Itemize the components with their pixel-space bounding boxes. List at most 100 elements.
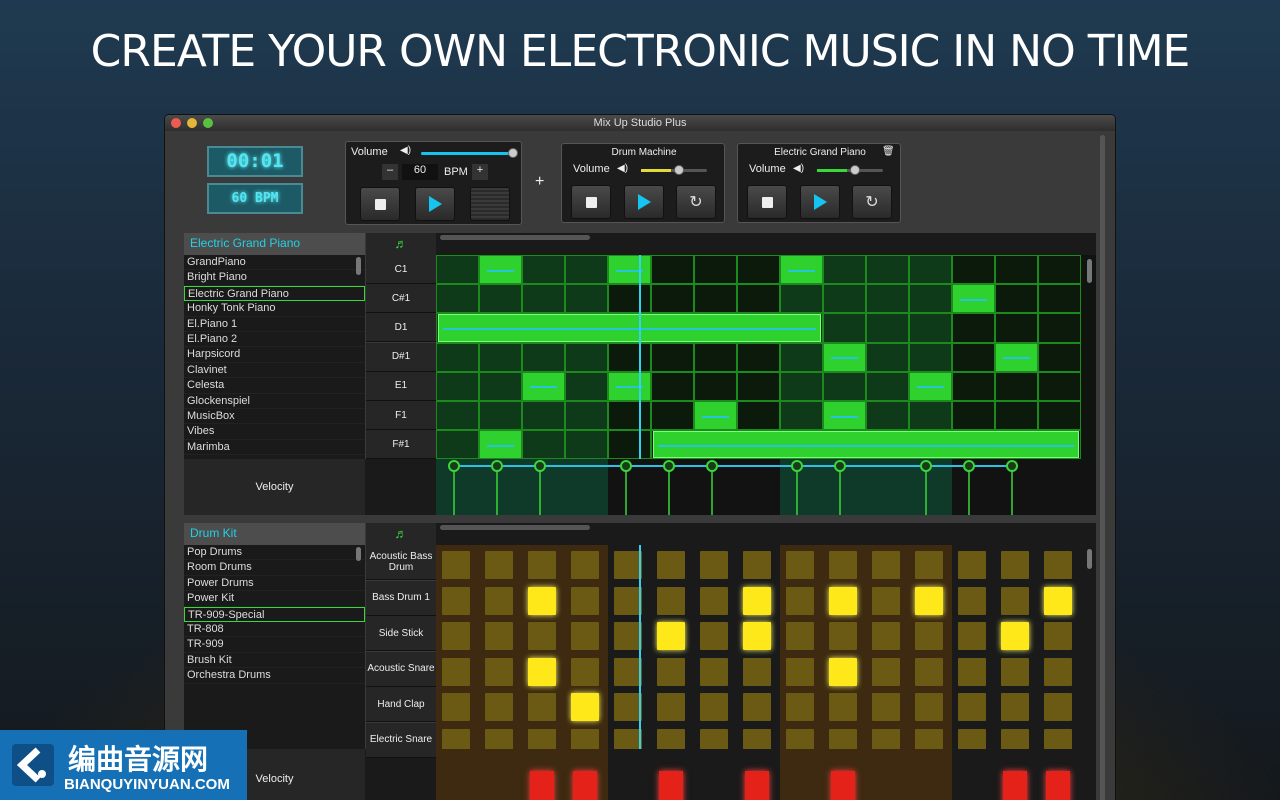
velocity-bar[interactable] <box>1046 771 1070 800</box>
drum-step-pad[interactable] <box>743 693 771 721</box>
drum-stop-button[interactable] <box>571 185 611 219</box>
kit-list-item[interactable]: TR-808 <box>184 622 365 638</box>
drum-step-pad[interactable] <box>614 622 642 650</box>
drum-step-pad[interactable] <box>442 551 470 579</box>
piano-hscroll[interactable] <box>440 235 590 240</box>
drum-step-pad[interactable] <box>872 693 900 721</box>
piano-loop-button[interactable]: ↻ <box>852 185 892 219</box>
drum-step-pad[interactable] <box>958 657 986 686</box>
drum-step-pad[interactable] <box>915 693 943 721</box>
piano-grid-cell[interactable] <box>737 342 780 372</box>
piano-grid-cell[interactable] <box>608 284 651 314</box>
drum-step-pad[interactable] <box>442 657 470 686</box>
drum-step-pad[interactable] <box>1001 657 1029 686</box>
instrument-list-item[interactable]: El.Piano 1 <box>184 317 365 332</box>
piano-play-button[interactable] <box>800 185 840 219</box>
drum-step-pad[interactable] <box>528 622 556 650</box>
piano-grid-cell[interactable] <box>608 342 651 372</box>
drum-step-pad[interactable] <box>915 657 943 686</box>
piano-grid-cell[interactable] <box>694 255 737 285</box>
drum-step-pad[interactable] <box>829 657 857 686</box>
drum-step-pad[interactable] <box>958 728 986 749</box>
drum-step-pad[interactable] <box>657 657 685 686</box>
piano-grid-cell[interactable] <box>694 342 737 372</box>
drum-step-pad[interactable] <box>743 622 771 650</box>
drum-step-pad[interactable] <box>485 728 513 749</box>
drum-step-pad[interactable] <box>571 551 599 579</box>
piano-grid-cell[interactable] <box>823 284 866 314</box>
drum-step-pad[interactable] <box>485 586 513 615</box>
drum-step-pad[interactable] <box>1044 693 1072 721</box>
piano-grid-cell[interactable] <box>565 342 608 372</box>
piano-grid-cell[interactable] <box>952 342 995 372</box>
velocity-bar[interactable] <box>831 771 855 800</box>
drum-grid-scrollbar[interactable] <box>1087 549 1092 569</box>
drum-step-pad[interactable] <box>528 551 556 579</box>
velocity-bar[interactable] <box>573 771 597 800</box>
piano-grid-cell[interactable] <box>565 255 608 285</box>
piano-grid-cell[interactable] <box>608 401 651 431</box>
piano-grid-cell[interactable] <box>651 255 694 285</box>
drum-step-pad[interactable] <box>786 728 814 749</box>
piano-grid-scrollbar[interactable] <box>1087 259 1092 283</box>
piano-roll-grid[interactable] <box>436 255 1096 459</box>
piano-velocity-lane[interactable] <box>436 459 1096 515</box>
drum-step-pad[interactable] <box>485 693 513 721</box>
piano-grid-cell[interactable] <box>479 401 522 431</box>
velocity-bar[interactable] <box>1003 771 1027 800</box>
minimize-window-button[interactable] <box>187 118 197 128</box>
piano-grid-cell[interactable] <box>866 342 909 372</box>
drum-step-pad[interactable] <box>786 586 814 615</box>
piano-grid-cell[interactable] <box>1038 313 1081 343</box>
drum-step-pad[interactable] <box>786 693 814 721</box>
drum-step-pad[interactable] <box>958 551 986 579</box>
piano-grid-cell[interactable] <box>1038 342 1081 372</box>
piano-grid-cell[interactable] <box>436 284 479 314</box>
instrument-list-item[interactable]: Clavinet <box>184 363 365 379</box>
zoom-window-button[interactable] <box>203 118 213 128</box>
piano-grid-cell[interactable] <box>608 430 651 459</box>
kit-list-item[interactable]: Room Drums <box>184 560 365 576</box>
drum-step-pad[interactable] <box>485 657 513 686</box>
note-bar[interactable] <box>438 314 821 342</box>
piano-grid-cell[interactable] <box>651 401 694 431</box>
piano-grid-cell[interactable] <box>1038 401 1081 431</box>
drum-note-icon[interactable]: ♬ <box>366 523 436 545</box>
close-window-button[interactable] <box>171 118 181 128</box>
kit-list-item[interactable]: TR-909 <box>184 637 365 653</box>
drum-step-pad[interactable] <box>528 693 556 721</box>
piano-grid-cell[interactable] <box>565 371 608 401</box>
piano-grid-cell[interactable] <box>522 401 565 431</box>
piano-grid-cell[interactable] <box>909 342 952 372</box>
piano-grid-cell[interactable] <box>694 284 737 314</box>
drum-step-pad[interactable] <box>485 551 513 579</box>
piano-grid-cell[interactable] <box>565 430 608 459</box>
kit-list-item[interactable]: Brush Kit <box>184 653 365 669</box>
piano-grid-cell[interactable] <box>952 401 995 431</box>
drum-step-pad[interactable] <box>442 693 470 721</box>
piano-grid-cell[interactable] <box>823 313 866 343</box>
instrument-list-item[interactable]: Bright Piano <box>184 270 365 286</box>
piano-grid-cell[interactable] <box>780 342 823 372</box>
piano-grid-cell[interactable] <box>866 284 909 314</box>
drum-step-pad[interactable] <box>442 586 470 615</box>
kit-list-item[interactable]: Power Drums <box>184 576 365 592</box>
piano-grid-cell[interactable] <box>909 255 952 285</box>
drum-step-pad[interactable] <box>829 622 857 650</box>
velocity-bar[interactable] <box>745 771 769 800</box>
kit-list-item[interactable]: Orchestra Drums <box>184 668 365 684</box>
drum-step-pad[interactable] <box>700 586 728 615</box>
drum-step-pad[interactable] <box>571 622 599 650</box>
drum-step-pad[interactable] <box>1001 586 1029 615</box>
drum-step-pad[interactable] <box>1044 728 1072 749</box>
piano-grid-cell[interactable] <box>436 255 479 285</box>
drum-step-pad[interactable] <box>700 657 728 686</box>
instrument-list-item[interactable]: Honky Tonk Piano <box>184 301 365 317</box>
piano-grid-cell[interactable] <box>952 313 995 343</box>
piano-grid-cell[interactable] <box>737 371 780 401</box>
drum-step-pad[interactable] <box>958 693 986 721</box>
instrument-list-item[interactable]: MusicBox <box>184 409 365 425</box>
drum-step-pad[interactable] <box>614 693 642 721</box>
drum-step-pad[interactable] <box>657 622 685 650</box>
piano-grid-cell[interactable] <box>737 401 780 431</box>
